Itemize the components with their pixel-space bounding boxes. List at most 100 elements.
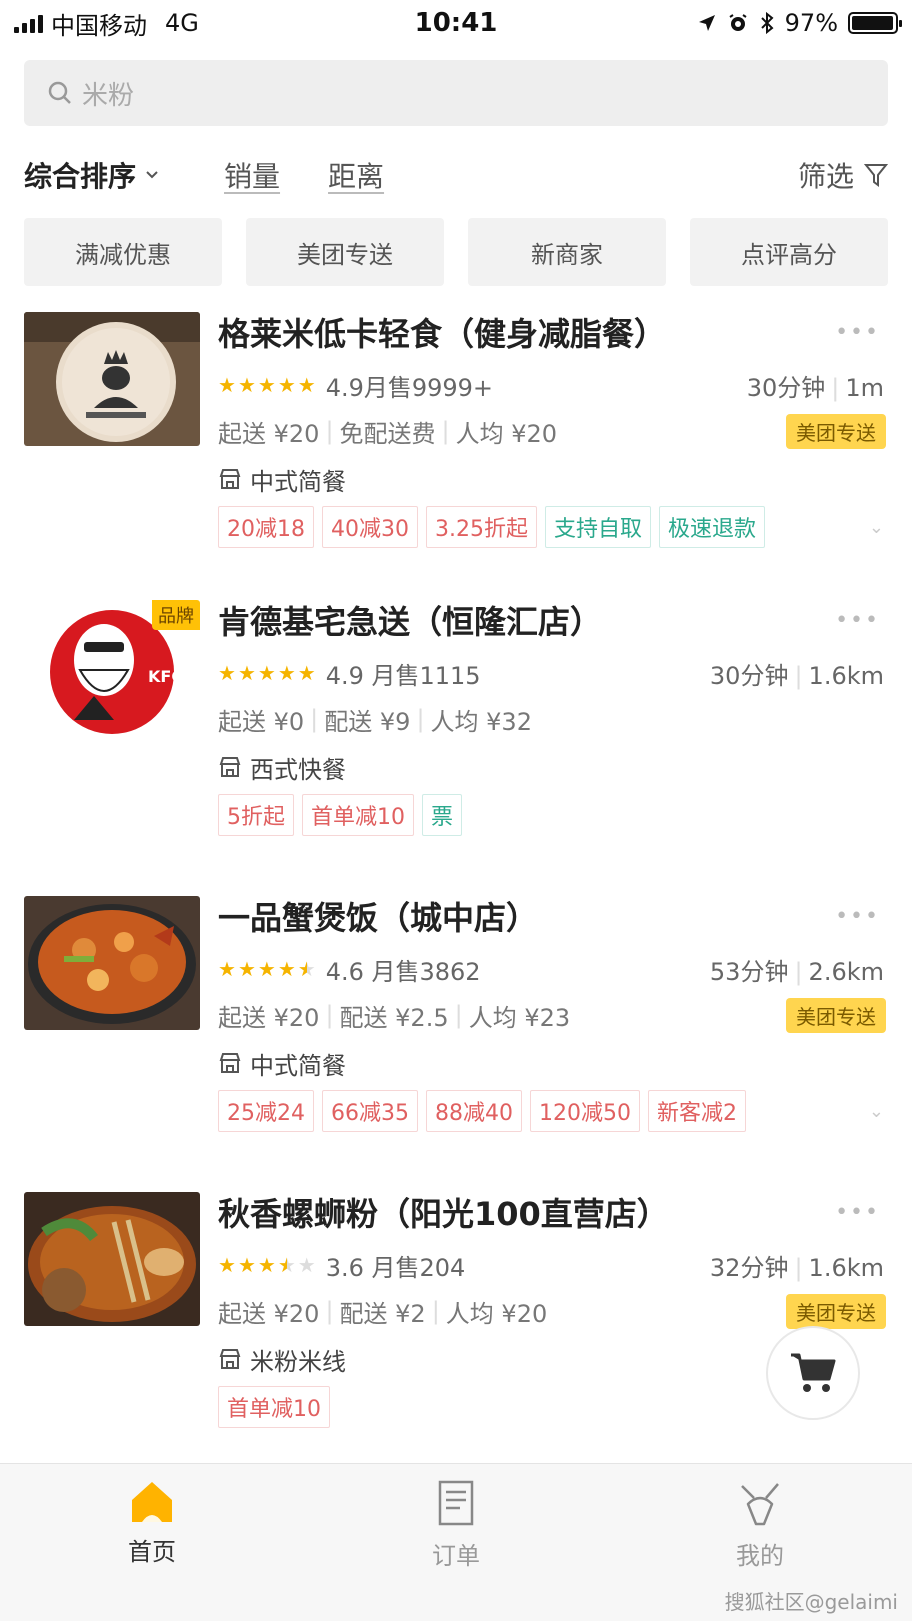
promo-tag: 66减35 — [322, 1090, 418, 1132]
star-icon: ★ — [257, 957, 276, 981]
expand-icon[interactable]: ⌄ — [869, 1101, 884, 1122]
promo-tags: 20减18 40减30 3.25折起 支持自取 极速退款 ⌄ — [218, 504, 888, 550]
shop-category: 米粉米线 — [250, 1347, 346, 1376]
tab-profile-label: 我的 — [736, 1542, 784, 1570]
shop-thumbnail — [24, 1192, 200, 1326]
tab-home-label: 首页 — [128, 1538, 176, 1566]
min-order: 起送 ¥20 — [218, 419, 320, 448]
battery-percent: 97% — [784, 9, 838, 37]
promo-tag: 88减40 — [426, 1090, 522, 1132]
tab-home[interactable]: 首页 — [0, 1464, 304, 1621]
avg-price: 人均 ¥32 — [430, 707, 532, 736]
star-icon: ★ — [237, 661, 256, 685]
star-icon: ★ — [257, 373, 276, 397]
cart-button[interactable] — [766, 1326, 860, 1420]
shop-card[interactable]: 一品蟹煲饭（城中店） ••• ★ ★ ★ ★ ★ 4.6 月售3862 53分钟 | 2.6… — [24, 896, 888, 1156]
profile-icon — [741, 1483, 779, 1526]
star-icon: ★ — [257, 661, 276, 685]
shop-thumbnail — [24, 312, 200, 446]
shop-thumbnail: KFC 品牌 — [24, 600, 200, 734]
promo-tags: 25减24 66减35 88减40 120减50 新客减2 ⌄ — [218, 1088, 888, 1134]
promo-tag: 新客减2 — [648, 1090, 746, 1132]
more-icon[interactable]: ••• — [835, 904, 880, 929]
shop-card[interactable]: 格莱米低卡轻食（健身减脂餐） ••• ★ ★ ★ ★ ★ 4.9月售9999+ 30分钟… — [24, 312, 888, 572]
shop-name: 一品蟹煲饭（城中店） — [218, 899, 539, 937]
star-icon: ★ — [218, 1253, 236, 1277]
service-tag: 支持自取 — [545, 506, 652, 548]
promo-tag: 首单减10 — [218, 1386, 330, 1428]
star-icon: ★ — [277, 373, 296, 397]
rating-stars: ★ ★ ★ ★ ★ — [218, 661, 316, 685]
tab-orders[interactable]: 订单 — [304, 1464, 608, 1621]
expand-icon[interactable]: ⌄ — [869, 517, 884, 538]
promo-tag: 5折起 — [218, 794, 294, 836]
avg-price: 人均 ¥20 — [445, 1299, 548, 1328]
chip-meituan-delivery[interactable]: 美团专送 — [246, 218, 444, 286]
home-icon — [132, 1482, 172, 1522]
promo-tag: 120减50 — [530, 1090, 640, 1132]
star-icon: ★ — [277, 957, 296, 981]
sort-bar: 综合排序 销量 距离 筛选 — [24, 150, 888, 200]
star-icon: ★ — [237, 957, 256, 981]
shop-card[interactable]: KFC 品牌 肯德基宅急送（恒隆汇店） ••• ★ ★ ★ ★ ★ 4.9 月售1115… — [24, 600, 888, 860]
promo-tag: 3.25折起 — [426, 506, 537, 548]
time-distance: 30分钟 | 1m — [746, 373, 884, 402]
filter-label: 筛选 — [797, 160, 854, 193]
promo-tag: 20减18 — [218, 506, 314, 548]
shop-name: 格莱米低卡轻食（健身减脂餐） — [218, 315, 667, 353]
chip-high-rating[interactable]: 点评高分 — [690, 218, 888, 286]
sort-comprehensive-label: 综合排序 — [24, 160, 137, 193]
shop-card[interactable]: 秋香螺蛳粉（阳光100直营店） ••• ★ ★ ★ ★ ★ 3.6 月售204 32分钟… — [24, 1192, 888, 1452]
rating-sales: 4.6 月售3862 — [325, 957, 481, 986]
more-icon[interactable]: ••• — [835, 608, 880, 633]
star-icon: ★ — [237, 1253, 256, 1277]
star-icon: ★ — [297, 373, 316, 397]
star-icon: ★ — [237, 373, 256, 397]
signal-icon — [14, 13, 43, 33]
shop-icon — [219, 1349, 241, 1369]
more-icon[interactable]: ••• — [835, 1200, 880, 1225]
min-order: 起送 ¥20 — [218, 1003, 320, 1032]
sort-comprehensive[interactable]: 综合排序 — [24, 155, 160, 195]
meituan-delivery-badge: 美团专送 — [786, 1293, 886, 1329]
meituan-delivery-badge: 美团专送 — [786, 413, 886, 449]
promo-tag: 首单减10 — [302, 794, 414, 836]
watermark-text: 搜狐社区@gelaimi — [724, 1590, 898, 1614]
shop-category: 中式简餐 — [250, 467, 346, 496]
filter-icon — [864, 164, 888, 187]
rating-sales: 4.9 月售1115 — [325, 661, 481, 690]
star-icon: ★ — [297, 661, 316, 685]
star-icon: ★ — [297, 957, 316, 981]
network-label: 4G — [165, 9, 199, 37]
order-icon — [438, 1480, 474, 1526]
rating-stars: ★ ★ ★ ★ ★ — [218, 957, 316, 981]
rating-sales: 4.9月售9999+ — [325, 373, 494, 402]
min-order: 起送 ¥20 — [218, 1299, 320, 1328]
search-input[interactable]: 米粉 — [24, 60, 888, 126]
search-placeholder: 米粉 — [82, 80, 135, 111]
star-icon: ★ — [297, 1253, 316, 1277]
clock: 10:41 — [414, 8, 498, 38]
shop-icon — [219, 469, 241, 489]
star-icon: ★ — [218, 373, 236, 397]
rating-stars: ★ ★ ★ ★ ★ — [218, 373, 316, 397]
rating-stars: ★ ★ ★ ★ ★ — [218, 1253, 316, 1277]
avg-price: 人均 ¥20 — [455, 419, 558, 448]
search-icon — [48, 81, 71, 104]
promo-tag: 40减30 — [322, 506, 418, 548]
brand-tag: 品牌 — [152, 600, 200, 630]
sort-sales[interactable]: 销量 — [224, 155, 280, 195]
filter-button[interactable]: 筛选 — [798, 155, 888, 195]
chip-discount[interactable]: 满减优惠 — [24, 218, 222, 286]
chip-new-shop[interactable]: 新商家 — [468, 218, 666, 286]
shop-category: 西式快餐 — [250, 755, 346, 784]
more-icon[interactable]: ••• — [835, 320, 880, 345]
delivery-fee: 配送 ¥9 — [324, 707, 411, 736]
sort-distance[interactable]: 距离 — [328, 155, 384, 195]
time-distance: 32分钟 | 1.6km — [709, 1253, 884, 1282]
star-icon: ★ — [277, 661, 296, 685]
shop-icon — [219, 1053, 241, 1073]
delivery-fee: 免配送费 — [339, 419, 436, 448]
shop-thumbnail — [24, 896, 200, 1030]
meituan-delivery-badge: 美团专送 — [786, 997, 886, 1033]
